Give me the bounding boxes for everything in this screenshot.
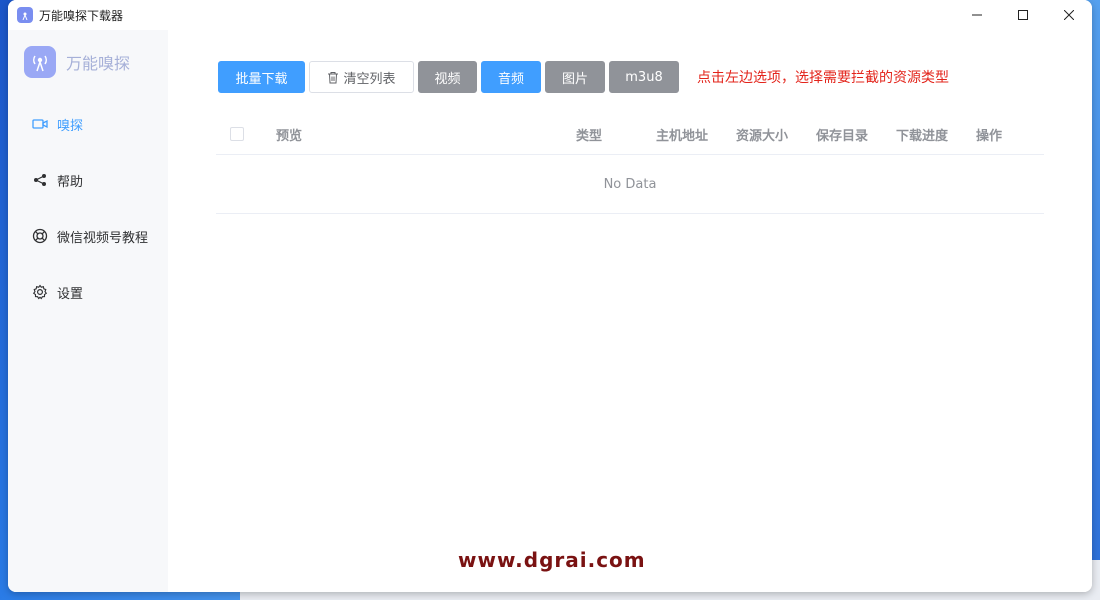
table-header: 预览 类型 主机地址 资源大小 保存目录 下载进度 操作 bbox=[216, 114, 1044, 155]
close-icon bbox=[1064, 10, 1074, 20]
brand-logo-icon bbox=[24, 46, 56, 78]
sidebar-item-help[interactable]: 帮助 bbox=[8, 152, 168, 208]
minimize-button[interactable] bbox=[954, 0, 1000, 30]
share-icon bbox=[32, 172, 48, 188]
column-header: 下载进度 bbox=[896, 128, 949, 144]
video-filter-button[interactable]: 视频 bbox=[418, 61, 477, 93]
resource-table: 预览 类型 主机地址 资源大小 保存目录 下载进度 操作 No Data bbox=[216, 114, 1044, 214]
column-header: 保存目录 bbox=[816, 128, 869, 144]
batch-download-button[interactable]: 批量下载 bbox=[218, 61, 305, 93]
window-title: 万能嗅探下载器 bbox=[39, 8, 124, 23]
sidebar-item-label: 帮助 bbox=[57, 174, 84, 190]
audio-filter-button[interactable]: 音频 bbox=[481, 61, 541, 93]
minimize-icon bbox=[972, 14, 982, 16]
lifebuoy-icon bbox=[32, 228, 48, 244]
empty-state: No Data bbox=[216, 155, 1044, 214]
watermark: www.dgrai.com bbox=[458, 548, 646, 572]
sidebar-item-label: 嗅探 bbox=[57, 118, 84, 134]
main-panel: 批量下载 清空列表 视频 音频 图片 m3u8 点击左边选项，选择需要拦截的资源… bbox=[168, 30, 1092, 592]
sidebar-item-label: 微信视频号教程 bbox=[57, 230, 149, 246]
column-header: 资源大小 bbox=[736, 128, 789, 144]
app-icon bbox=[17, 7, 33, 23]
title-bar: 万能嗅探下载器 bbox=[8, 0, 1092, 30]
close-button[interactable] bbox=[1046, 0, 1092, 30]
column-header: 预览 bbox=[276, 128, 303, 144]
sidebar-item-wechat-tutorial[interactable]: 微信视频号教程 bbox=[8, 208, 168, 264]
brand-name: 万能嗅探 bbox=[66, 54, 131, 73]
gear-icon bbox=[32, 284, 48, 300]
maximize-icon bbox=[1018, 10, 1028, 20]
app-window: 万能嗅探下载器 万能嗅探 嗅探 帮助 微信视频号教程 设置 批量下载 清空列表 … bbox=[8, 0, 1092, 592]
m3u8-filter-button[interactable]: m3u8 bbox=[609, 61, 679, 93]
brand: 万能嗅探 bbox=[24, 46, 130, 78]
maximize-button[interactable] bbox=[1000, 0, 1046, 30]
hint-text: 点击左边选项，选择需要拦截的资源类型 bbox=[697, 70, 949, 86]
select-all-checkbox[interactable] bbox=[230, 127, 244, 141]
column-header: 主机地址 bbox=[656, 128, 709, 144]
sidebar: 万能嗅探 嗅探 帮助 微信视频号教程 设置 bbox=[8, 30, 169, 592]
sidebar-item-label: 设置 bbox=[57, 286, 84, 302]
toolbar: 批量下载 清空列表 视频 音频 图片 m3u8 点击左边选项，选择需要拦截的资源… bbox=[218, 61, 949, 93]
clear-list-button[interactable]: 清空列表 bbox=[309, 61, 414, 93]
trash-icon bbox=[327, 71, 339, 84]
image-filter-button[interactable]: 图片 bbox=[545, 61, 605, 93]
sidebar-item-sniff[interactable]: 嗅探 bbox=[8, 96, 168, 152]
sidebar-item-settings[interactable]: 设置 bbox=[8, 264, 168, 320]
window-controls bbox=[954, 0, 1092, 30]
video-camera-icon bbox=[32, 116, 48, 132]
select-all-cell bbox=[216, 127, 276, 141]
clear-list-label: 清空列表 bbox=[343, 71, 396, 87]
sidebar-menu: 嗅探 帮助 微信视频号教程 设置 bbox=[8, 96, 168, 320]
column-header: 类型 bbox=[576, 128, 603, 144]
column-header: 操作 bbox=[976, 128, 1003, 144]
